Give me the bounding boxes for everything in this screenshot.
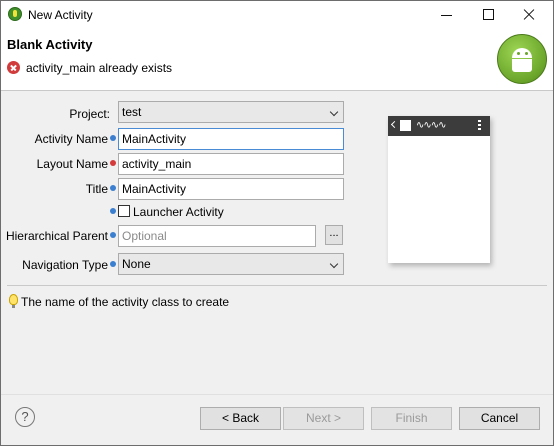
navigation-type-value: None: [122, 257, 151, 271]
minimize-button[interactable]: [427, 1, 467, 29]
title-input[interactable]: MainActivity: [118, 178, 344, 200]
project-label: Project:: [69, 107, 110, 121]
chevron-down-icon: [329, 107, 339, 117]
layout-name-label: Layout Name: [36, 157, 108, 171]
preview-action-bar: ∿∿∿∿: [388, 116, 490, 136]
lightbulb-icon: [9, 294, 18, 308]
page-title: Blank Activity: [7, 37, 93, 52]
next-button[interactable]: Next >: [283, 407, 364, 430]
maximize-button[interactable]: [468, 1, 508, 29]
error-text: activity_main already exists: [26, 61, 173, 75]
activity-name-input[interactable]: MainActivity: [118, 128, 344, 150]
project-value: test: [122, 105, 142, 119]
eclipse-app-icon: [8, 7, 22, 21]
project-select[interactable]: test: [118, 101, 344, 123]
info-decoration-icon: [110, 261, 116, 267]
layout-name-input[interactable]: activity_main: [118, 153, 344, 175]
activity-preview: ∿∿∿∿: [388, 116, 490, 263]
error-icon: [7, 61, 20, 74]
back-button[interactable]: < Back: [200, 407, 281, 430]
activity-name-label: Activity Name: [34, 132, 108, 146]
hierarchical-parent-input[interactable]: Optional: [118, 225, 316, 247]
field-hint: The name of the activity class to create: [21, 295, 230, 309]
browse-parent-button[interactable]: ...: [325, 225, 343, 245]
overflow-menu-icon: [478, 120, 481, 132]
error-decoration-icon: [110, 160, 116, 166]
chevron-down-icon: [329, 259, 339, 269]
navigation-type-select[interactable]: None: [118, 253, 344, 275]
launcher-activity-label: Launcher Activity: [133, 205, 224, 219]
help-icon[interactable]: ?: [15, 407, 35, 427]
divider: [7, 285, 547, 286]
title-bar: New Activity: [1, 1, 553, 29]
preview-title-placeholder: ∿∿∿∿: [416, 120, 446, 131]
hierarchical-parent-label: Hierarchical Parent: [5, 229, 108, 243]
launcher-activity-checkbox[interactable]: [118, 205, 130, 217]
info-decoration-icon: [110, 232, 116, 238]
navigation-type-label: Navigation Type: [22, 258, 108, 272]
divider: [1, 394, 553, 395]
new-activity-dialog: New Activity Blank Activity activity_mai…: [0, 0, 554, 446]
info-decoration-icon: [110, 208, 116, 214]
wizard-header: Blank Activity activity_main already exi…: [1, 29, 553, 91]
cancel-button[interactable]: Cancel: [459, 407, 540, 430]
window-title: New Activity: [28, 8, 93, 22]
info-decoration-icon: [110, 135, 116, 141]
title-label: Title: [85, 182, 108, 196]
back-arrow-icon: [390, 120, 399, 129]
finish-button[interactable]: Finish: [371, 407, 452, 430]
android-robot-icon: [497, 34, 547, 84]
close-button[interactable]: [509, 1, 549, 29]
app-icon-placeholder: [400, 120, 411, 131]
info-decoration-icon: [110, 185, 116, 191]
